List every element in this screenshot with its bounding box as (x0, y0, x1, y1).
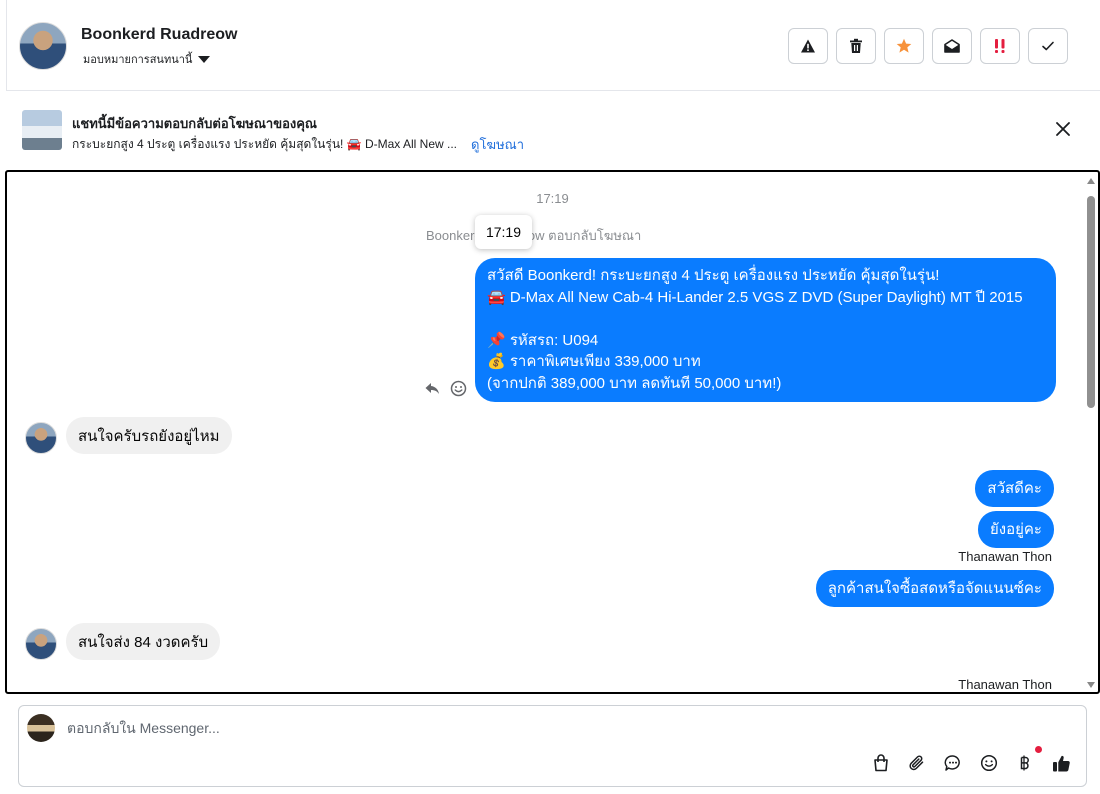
view-ad-link[interactable]: ดูโฆษณา (471, 134, 524, 155)
reply-icon[interactable] (424, 380, 440, 396)
outgoing-message[interactable]: สวัสดีคะ (975, 470, 1054, 507)
warning-icon (801, 39, 815, 53)
ad-banner-title: แชทนี้มีข้อความตอบกลับต่อโฆษณาของคุณ (72, 116, 317, 131)
payment-button[interactable] (1014, 746, 1042, 774)
spam-button[interactable] (788, 28, 828, 64)
message-timestamp: 17:19 (536, 191, 569, 206)
scrollbar[interactable] (1087, 178, 1095, 688)
scroll-up-arrow-icon[interactable] (1087, 178, 1095, 184)
assign-label: มอบหมายการสนทนานี้ (83, 54, 193, 66)
bag-icon (874, 754, 888, 772)
close-icon[interactable] (1054, 120, 1072, 138)
double-exclamation-icon (995, 39, 1005, 53)
saved-replies-button[interactable] (942, 752, 964, 774)
emoji-button[interactable] (978, 752, 1000, 774)
ad-message-bubble[interactable]: สวัสดี Boonkerd! กระบะยกสูง 4 ประตู เครื… (475, 258, 1056, 402)
header-actions (788, 28, 1068, 64)
like-button[interactable] (1050, 752, 1072, 774)
timestamp-tooltip: 17:19 (475, 215, 532, 249)
incoming-message[interactable]: สนใจครับรถยังอยู่ไหม (66, 417, 232, 454)
delete-button[interactable] (836, 28, 876, 64)
mark-unread-button[interactable] (932, 28, 972, 64)
ad-reply-banner: แชทนี้มีข้อความตอบกลับต่อโฆษณาของคุณ กระ… (6, 92, 1100, 168)
message-actions (424, 380, 467, 397)
contact-avatar-small (25, 422, 57, 454)
emoji-reaction-icon[interactable] (450, 380, 467, 397)
reply-input[interactable] (67, 720, 667, 736)
composer-tools (870, 746, 1072, 774)
sender-name: Thanawan Thon (958, 677, 1052, 692)
follow-up-button[interactable] (980, 28, 1020, 64)
thumbs-up-icon (1052, 755, 1070, 771)
incoming-message[interactable]: สนใจส่ง 84 งวดครับ (66, 623, 221, 660)
done-button[interactable] (1028, 28, 1068, 64)
paperclip-icon (909, 755, 924, 771)
scrollbar-thumb[interactable] (1087, 196, 1095, 408)
outgoing-message[interactable]: ลูกค้าสนใจซื้อสดหรือจัดแนนซ์คะ (815, 570, 1054, 607)
notification-dot (1035, 746, 1042, 753)
ad-reply-system-line: Boonkerd Ruadreow ตอบกลับโฆษณา (426, 228, 642, 243)
attach-button[interactable] (906, 752, 928, 774)
star-button[interactable] (884, 28, 924, 64)
ad-banner-subtitle: กระบะยกสูง 4 ประตู เครื่องแรง ประหยัด คุ… (72, 137, 457, 151)
outgoing-message[interactable]: ยังอยู่คะ (977, 511, 1054, 548)
contact-name[interactable]: Boonkerd Ruadreow (81, 26, 237, 44)
star-icon (896, 38, 912, 53)
scroll-down-arrow-icon[interactable] (1087, 682, 1095, 688)
assign-conversation-dropdown[interactable]: มอบหมายการสนทนานี้ (83, 50, 211, 68)
check-icon (1042, 41, 1054, 51)
baht-icon (1020, 755, 1029, 771)
shop-button[interactable] (870, 752, 892, 774)
page-avatar (27, 714, 55, 742)
message-composer (18, 705, 1087, 787)
contact-avatar-small (25, 628, 57, 660)
trash-icon (850, 38, 862, 53)
chevron-down-icon (198, 55, 211, 63)
sender-name: Thanawan Thon (958, 549, 1052, 564)
envelope-open-icon (944, 39, 960, 53)
conversation-header: Boonkerd Ruadreow มอบหมายการสนทนานี้ (6, 0, 1100, 91)
ad-banner-subtitle-row: กระบะยกสูง 4 ประตู เครื่องแรง ประหยัด คุ… (72, 134, 524, 155)
smiley-icon (980, 754, 998, 772)
message-thread[interactable]: 17:19 Boonkerd Ruadreow ตอบกลับโฆษณา 17:… (5, 170, 1100, 694)
chat-bubble-icon (944, 755, 960, 771)
ad-thumbnail[interactable] (22, 110, 62, 150)
contact-avatar[interactable] (19, 22, 67, 70)
